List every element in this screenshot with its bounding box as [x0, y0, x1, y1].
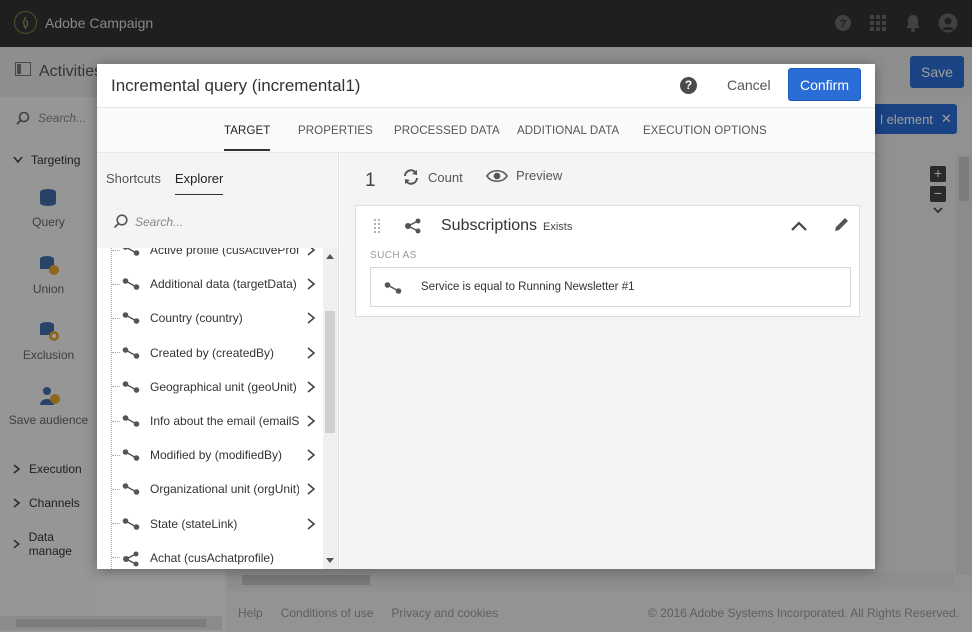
dialog-header: Incremental query (incremental1) ? Cance… — [97, 64, 875, 108]
link-icon — [384, 281, 402, 295]
tree-item[interactable]: State (stateLink) — [112, 507, 317, 541]
result-count: 1 — [365, 170, 376, 191]
link-icon — [122, 414, 140, 428]
tree-connector — [112, 420, 120, 422]
chevron-right-icon[interactable] — [305, 517, 317, 530]
link-icon — [122, 448, 140, 462]
condition-row[interactable]: Service is equal to Running Newsletter #… — [370, 267, 851, 307]
tree-item-label: Active profile (cusActiveProfile) — [150, 248, 299, 257]
confirm-button[interactable]: Confirm — [788, 68, 861, 101]
preview-button[interactable]: Preview — [486, 168, 562, 183]
chevron-right-icon[interactable] — [305, 312, 317, 325]
eye-icon — [486, 169, 508, 182]
chevron-right-icon[interactable] — [305, 381, 317, 393]
tree-item-label: Achat (cusAchatprofile) — [150, 550, 275, 565]
tree-item-label: Created by (createdBy) — [150, 345, 275, 360]
tab-processed-data[interactable]: PROCESSED DATA — [394, 125, 500, 137]
link-icon — [122, 248, 140, 257]
tab-shortcuts[interactable]: Shortcuts — [106, 171, 161, 186]
tree-connector — [112, 283, 120, 285]
tree-connector — [112, 557, 120, 559]
tree-connector — [112, 386, 120, 388]
explorer-search[interactable]: Search... — [113, 214, 183, 229]
tree-connector — [112, 454, 120, 456]
tree-item[interactable]: Organizational unit (orgUnit) — [112, 472, 317, 506]
query-block-subscriptions[interactable]: Subscriptions Exists SUCH AS Service is … — [355, 205, 860, 317]
explorer-search-placeholder: Search... — [135, 214, 184, 229]
chevron-right-icon[interactable] — [305, 449, 317, 461]
scroll-up-arrow-icon[interactable] — [326, 254, 334, 259]
tree-item[interactable]: Created by (createdBy) — [112, 336, 317, 370]
tree-item-label: Country (country) — [150, 311, 243, 326]
tree-item-label: State (stateLink) — [150, 516, 238, 531]
link-icon — [122, 380, 140, 394]
drag-handle-icon[interactable] — [373, 218, 381, 234]
tree-item[interactable]: Geographical unit (geoUnit) — [112, 370, 317, 404]
tab-properties[interactable]: PROPERTIES — [298, 125, 373, 137]
link-icon — [122, 517, 140, 531]
cancel-button[interactable]: Cancel — [727, 77, 771, 93]
tree-item-label: Additional data (targetData) — [150, 277, 297, 292]
schema-tree: Active profile (cusActiveProfile) Additio… — [97, 248, 323, 569]
chevron-up-icon[interactable] — [790, 219, 808, 233]
chevron-right-icon[interactable] — [305, 248, 317, 256]
block-title: Subscriptions — [441, 217, 538, 234]
tree-item[interactable]: Additional data (targetData) — [112, 267, 317, 301]
tree-scrollbar[interactable] — [323, 248, 337, 569]
tree-item[interactable]: Active profile (cusActiveProfile) — [112, 248, 317, 267]
tab-target[interactable]: TARGET — [224, 125, 271, 151]
chevron-right-icon[interactable] — [305, 346, 317, 359]
tab-execution-options[interactable]: EXECUTION OPTIONS — [643, 125, 767, 137]
tree-item-label: Info about the email (emailSta... — [150, 414, 299, 428]
tree-item[interactable]: Achat (cusAchatprofile) — [112, 541, 317, 569]
chevron-right-icon[interactable] — [305, 415, 317, 427]
pencil-icon[interactable] — [832, 216, 850, 234]
dialog-title: Incremental query (incremental1) — [111, 76, 361, 95]
refresh-icon — [404, 169, 418, 185]
count-button[interactable]: Count — [402, 168, 463, 186]
block-operator: Exists — [543, 221, 573, 233]
link-icon — [122, 311, 140, 325]
link-icon — [122, 277, 140, 291]
tree-item-label: Modified by (modifiedBy) — [150, 448, 283, 463]
tree-connector — [112, 352, 120, 354]
collection-link-icon — [122, 551, 140, 567]
chevron-right-icon[interactable] — [305, 278, 317, 290]
preview-label: Preview — [516, 168, 563, 183]
tree-connector — [112, 249, 120, 251]
link-icon — [122, 346, 140, 360]
tree-connector — [112, 317, 120, 319]
tree-connector — [112, 523, 120, 525]
condition-text: Service is equal to Running Newsletter #… — [421, 281, 635, 293]
tab-additional-data[interactable]: ADDITIONAL DATA — [517, 125, 619, 137]
query-editor: 1 Count Preview Subscriptions Exists SUC… — [340, 153, 875, 569]
link-icon — [122, 482, 140, 496]
scroll-down-arrow-icon[interactable] — [326, 558, 334, 563]
tab-explorer[interactable]: Explorer — [174, 171, 224, 195]
dialog-tabs: TARGET PROPERTIES PROCESSED DATA ADDITIO… — [97, 108, 875, 153]
tree-item-label: Geographical unit (geoUnit) — [150, 379, 297, 394]
count-label: Count — [428, 169, 463, 185]
scrollbar-thumb[interactable] — [325, 311, 335, 433]
incremental-query-dialog: Incremental query (incremental1) ? Cance… — [97, 64, 875, 569]
tree-item[interactable]: Info about the email (emailSta... — [112, 404, 317, 438]
help-icon[interactable]: ? — [680, 77, 697, 94]
tree-item-label: Organizational unit (orgUnit) — [150, 482, 299, 497]
tree-connector — [112, 488, 120, 490]
search-icon — [113, 214, 128, 229]
explorer-panel: Shortcuts Explorer Search... Active prof… — [97, 153, 339, 569]
tree-item[interactable]: Modified by (modifiedBy) — [112, 438, 317, 472]
such-as-label: SUCH AS — [370, 250, 417, 261]
tree-item[interactable]: Country (country) — [112, 301, 317, 335]
chevron-right-icon[interactable] — [305, 483, 317, 496]
collection-link-icon — [404, 218, 422, 234]
